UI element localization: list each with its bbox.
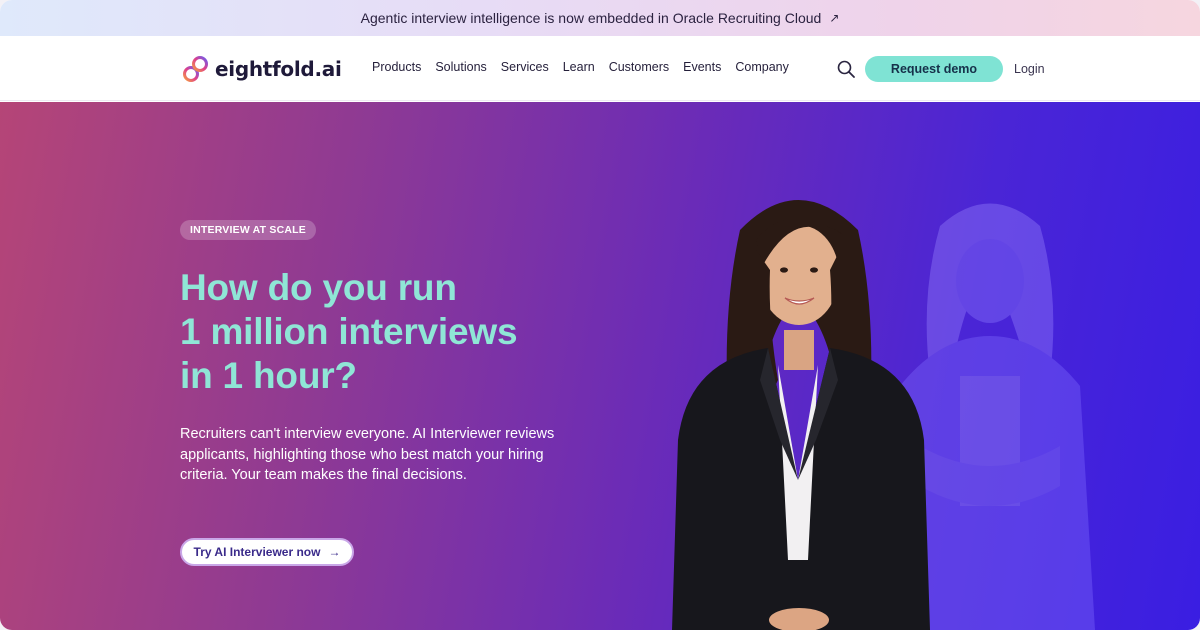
arrow-right-icon: → [328, 545, 341, 559]
cta-label: Try AI Interviewer now [193, 545, 321, 559]
login-link[interactable]: Login [1014, 62, 1045, 76]
menu-item-services[interactable]: Services [501, 60, 549, 74]
arrow-up-right-icon: ↗ [829, 11, 840, 25]
menu-item-learn[interactable]: Learn [563, 60, 595, 74]
logo-text: eightfold.ai [215, 57, 342, 81]
announcement-text[interactable]: Agentic interview intelligence is now em… [361, 10, 822, 26]
infinity-logo-icon [183, 56, 208, 82]
headline-line-2: 1 million interviews [180, 311, 518, 352]
menu-item-events[interactable]: Events [683, 60, 721, 74]
menu-item-products[interactable]: Products [372, 60, 421, 74]
logo[interactable]: eightfold.ai [180, 52, 342, 86]
try-ai-interviewer-button[interactable]: Try AI Interviewer now → [180, 538, 354, 566]
woman-portrait-illustration [672, 200, 930, 630]
menu-item-company[interactable]: Company [735, 60, 789, 74]
main-menu: Products Solutions Services Learn Custom… [372, 60, 789, 74]
announcement-bar[interactable]: Agentic interview intelligence is now em… [0, 0, 1200, 36]
hero-badge: INTERVIEW AT SCALE [180, 220, 316, 240]
hero-description: Recruiters can't interview everyone. AI … [180, 426, 555, 483]
menu-item-customers[interactable]: Customers [609, 60, 669, 74]
request-demo-button[interactable]: Request demo [865, 56, 1003, 82]
top-nav: eightfold.ai Products Solutions Services… [0, 36, 1200, 101]
search-icon[interactable] [836, 59, 856, 79]
page: Agentic interview intelligence is now em… [0, 0, 1200, 630]
headline-line-1: How do you run [180, 267, 457, 308]
menu-item-solutions[interactable]: Solutions [435, 60, 486, 74]
hero-section: INTERVIEW AT SCALE How do you run 1 mill… [0, 102, 1200, 630]
headline-line-3: in 1 hour? [180, 355, 357, 396]
hero-headline: How do you run 1 million interviews in 1… [180, 266, 600, 398]
